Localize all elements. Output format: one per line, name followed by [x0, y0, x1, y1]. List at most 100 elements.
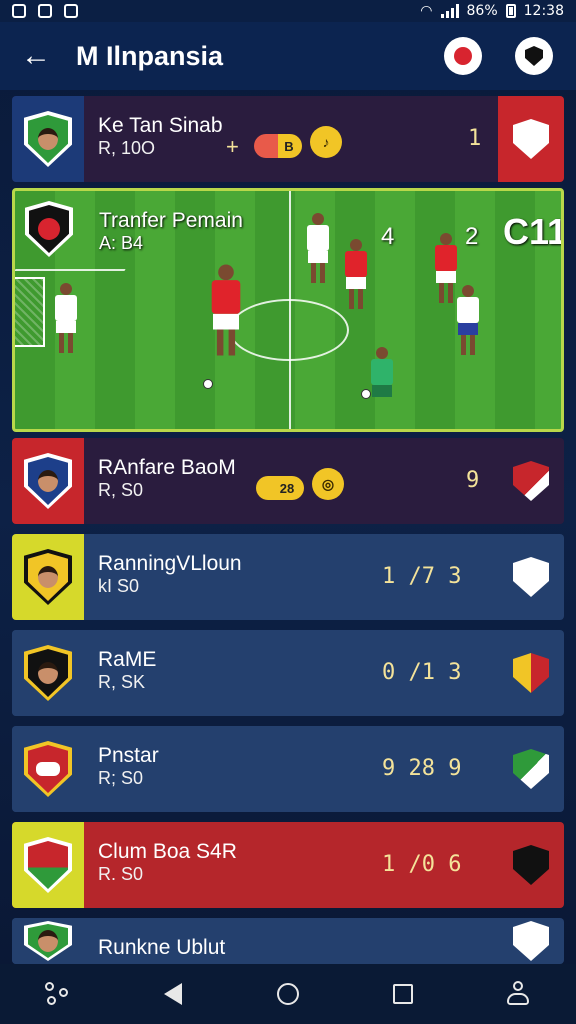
- player-sub: R, 10O: [98, 138, 156, 158]
- back-arrow-icon[interactable]: ←: [18, 38, 54, 74]
- signal-icon: [440, 4, 459, 18]
- battery-percent: 86%: [466, 3, 498, 19]
- player-name: Runkne Ublut: [98, 936, 226, 959]
- featured-title: Tranfer Pemain: [99, 209, 243, 232]
- score: 0 /1 3: [382, 660, 462, 685]
- score: 1 /0 6: [382, 852, 462, 877]
- recents-square-icon[interactable]: [381, 972, 425, 1016]
- live-button[interactable]: [444, 37, 482, 75]
- center-circle: [229, 299, 349, 361]
- player-figure: [55, 283, 77, 353]
- player-name: RaME: [98, 648, 157, 671]
- club-crest-icon: [24, 645, 72, 701]
- club-crest-cell: [12, 534, 84, 620]
- goalkeeper-figure: [371, 347, 393, 397]
- club-crest-cell: [12, 96, 84, 182]
- score: 1: [468, 126, 482, 151]
- player-name: RAnfare BaoM: [98, 456, 236, 479]
- opponent-badge-cell: [498, 438, 564, 524]
- opponent-badge-cell: [498, 96, 564, 182]
- list-item[interactable]: RAnfare BaoM R, S0 28 ◎ 9: [12, 438, 564, 524]
- item-pill: 28: [256, 476, 304, 500]
- score: 9 28 9: [382, 756, 462, 781]
- club-crest-icon: [24, 837, 72, 893]
- plus-sign: +: [226, 134, 239, 159]
- player-name: Pnstar: [98, 744, 159, 767]
- network-icon[interactable]: [36, 972, 80, 1016]
- club-shield-button[interactable]: [515, 37, 553, 75]
- shield-icon: [525, 46, 543, 66]
- back-triangle-icon[interactable]: [151, 972, 195, 1016]
- club-crest-cell: [12, 630, 84, 716]
- score: 1 /7 3: [382, 564, 462, 589]
- player-sub: R; S0: [98, 768, 144, 788]
- whistle-icon: ♪: [310, 126, 342, 158]
- featured-tag: C11: [503, 211, 564, 252]
- player-sub: R, S0: [98, 480, 144, 500]
- opponent-crest-icon: [513, 845, 549, 885]
- system-nav-bar: [0, 964, 576, 1024]
- list-item[interactable]: RaME R, SK 0 /1 3: [12, 630, 564, 716]
- box-line: [15, 269, 126, 271]
- player-figure: [435, 233, 457, 303]
- notification-icon: [64, 4, 78, 18]
- opponent-crest-icon: [513, 921, 549, 961]
- list-item[interactable]: RanningVLloun kI S0 1 /7 3: [12, 534, 564, 620]
- club-crest-icon: [24, 453, 72, 509]
- opponent-badge-cell: [498, 534, 564, 620]
- player-sub: R. S0: [98, 864, 144, 884]
- player-figure: [211, 264, 241, 356]
- ball: [361, 389, 371, 399]
- club-crest-icon: [24, 921, 72, 961]
- club-crest-cell: [12, 438, 84, 524]
- item-body: RAnfare BaoM R, S0 28 ◎ 9: [84, 438, 498, 524]
- player-name: Ke Tan Sinab: [98, 114, 223, 137]
- opponent-crest-icon: [513, 119, 549, 159]
- notification-icon: [12, 4, 26, 18]
- player-figure: [307, 213, 329, 283]
- club-crest-cell: [12, 822, 84, 908]
- notification-icons: [12, 4, 78, 18]
- player-sub: kI S0: [98, 576, 140, 596]
- app-header: ← M Ilnpansia: [0, 22, 576, 90]
- item-body: RanningVLloun kI S0 1 /7 3: [84, 534, 498, 620]
- item-body: Ke Tan Sinab R, 10O + B ♪ 1: [84, 96, 498, 182]
- list-item[interactable]: Runkne Ublut: [12, 918, 564, 964]
- item-body: Runkne Ublut: [84, 918, 498, 964]
- club-crest-cell: [12, 918, 84, 964]
- person-icon[interactable]: [496, 972, 540, 1016]
- score: 9: [466, 468, 480, 493]
- club-crest-icon: [24, 111, 72, 167]
- clock: 12:38: [523, 3, 564, 19]
- player-sub: R, SK: [98, 672, 146, 692]
- item-body: RaME R, SK 0 /1 3: [84, 630, 498, 716]
- wifi-icon: ◠: [420, 3, 433, 19]
- opponent-badge-cell: [498, 918, 564, 964]
- featured-match-card[interactable]: Tranfer Pemain A: B4 4 2 C11: [12, 188, 564, 432]
- club-crest-icon: [24, 741, 72, 797]
- battery-icon: [505, 4, 516, 18]
- opponent-crest-icon: [513, 749, 549, 789]
- stadium-icon: ◎: [312, 468, 344, 500]
- club-crest-icon: [24, 549, 72, 605]
- home-circle-icon[interactable]: [266, 972, 310, 1016]
- list-item[interactable]: Clum Boa S4R R. S0 1 /0 6: [12, 822, 564, 908]
- featured-num-b: 2: [465, 223, 479, 250]
- live-dot-icon: [454, 47, 472, 65]
- list-item[interactable]: Pnstar R; S0 9 28 9: [12, 726, 564, 812]
- status-bar: ◠ 86% 12:38: [0, 0, 576, 22]
- featured-sub: A: B4: [99, 233, 144, 253]
- item-body: Clum Boa S4R R. S0 1 /0 6: [84, 822, 498, 908]
- opponent-crest-icon: [513, 653, 549, 693]
- player-name: RanningVLloun: [98, 552, 242, 575]
- list-item[interactable]: Ke Tan Sinab R, 10O + B ♪ 1: [12, 96, 564, 182]
- notification-icon: [38, 4, 52, 18]
- goal-net: [15, 277, 45, 347]
- opponent-badge-cell: [498, 822, 564, 908]
- player-figure: [457, 285, 479, 355]
- club-crest-icon: [25, 201, 73, 257]
- player-name: Clum Boa S4R: [98, 840, 237, 863]
- featured-num-a: 4: [381, 223, 395, 250]
- player-figure: [345, 239, 367, 309]
- opponent-crest-icon: [513, 557, 549, 597]
